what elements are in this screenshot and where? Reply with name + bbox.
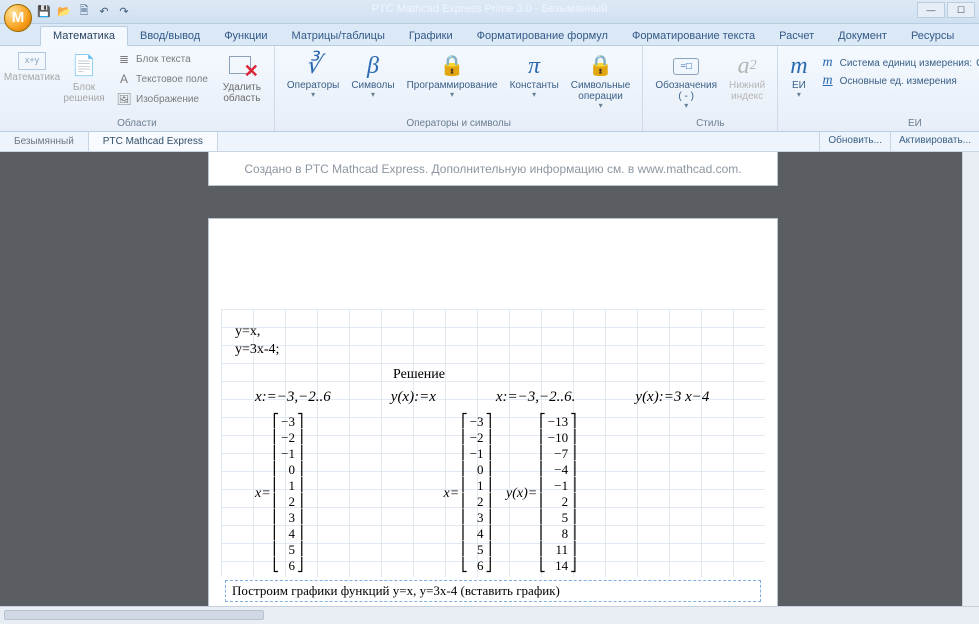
operators-dropdown[interactable]: ∛Операторы▾ <box>281 50 345 102</box>
notation-dropdown[interactable]: =□ Обозначения ( - )▾ <box>649 50 723 113</box>
ribbon-group-operators-label: Операторы и символы <box>281 116 636 131</box>
delete-region-label-1: Удалить <box>223 82 261 93</box>
delete-region-button[interactable]: ✕ Удалить область <box>216 50 268 106</box>
equation-2[interactable]: y=3x-4; <box>235 341 761 359</box>
solve-block-label-1: Блок <box>73 82 95 93</box>
base-units-icon: m <box>820 73 836 89</box>
unit-system-icon: m <box>820 55 836 71</box>
ribbon-group-operators: ∛Операторы▾ βСимволы▾ 🔒Программирование▾… <box>275 46 643 131</box>
document-page[interactable]: y=x, y=3x-4; Решение x:=−3,−2..6 y(x):=x… <box>208 218 778 606</box>
image-button[interactable]: 🖼Изображение <box>114 90 210 108</box>
tab-math[interactable]: Математика <box>40 26 128 46</box>
document-tab-strip: Безымянный PTC Mathcad Express Обновить.… <box>0 132 979 152</box>
qat-new-icon[interactable]: 🗎 <box>76 4 92 20</box>
base-units-button[interactable]: m Основные ед. измерения <box>820 72 979 90</box>
tab-resources[interactable]: Ресурсы <box>899 27 966 45</box>
window-minimize-button[interactable]: — <box>917 2 945 18</box>
footer-text-region[interactable]: Построим графики функций y=x, y=3x-4 (вс… <box>225 580 761 602</box>
def-y1[interactable]: y(x):=x <box>391 389 436 406</box>
ribbon-tabs: Математика Ввод/вывод Функции Матрицы/та… <box>0 24 979 46</box>
vector-x1[interactable]: x= ⎡⎢⎢⎢⎢⎢⎢⎢⎢⎣ −3−2−10123456 ⎤⎥⎥⎥⎥⎥⎥⎥⎥⎦ <box>255 414 304 574</box>
symbols-dropdown[interactable]: βСимволы▾ <box>345 50 400 102</box>
text-field-button[interactable]: AТекстовое поле <box>114 70 210 88</box>
app-menu-button[interactable]: M <box>4 4 32 32</box>
ribbon-group-style: =□ Обозначения ( - )▾ a2 Нижний индекс С… <box>643 46 778 131</box>
def-x1[interactable]: x:=−3,−2..6 <box>255 389 331 406</box>
qat-undo-icon[interactable]: ↶ <box>96 4 112 20</box>
horizontal-scrollbar[interactable] <box>0 606 979 624</box>
window-title: PTC Mathcad Express Prime 3.0 - Безымянн… <box>0 3 979 15</box>
tab-format-formulas[interactable]: Форматирование формул <box>465 27 620 45</box>
tab-io[interactable]: Ввод/вывод <box>128 27 212 45</box>
doc-tab-unnamed[interactable]: Безымянный <box>0 132 89 151</box>
ribbon-group-regions: x+y Математика 📄 Блок решения ≣Блок текс… <box>0 46 275 131</box>
ribbon: x+y Математика 📄 Блок решения ≣Блок текс… <box>0 46 979 132</box>
units-dropdown[interactable]: mЕИ▾ <box>784 50 813 102</box>
unit-system-row[interactable]: m Система единиц измерения: Система СИ ▾ <box>820 54 979 72</box>
subscript-button[interactable]: a2 Нижний индекс <box>723 50 771 104</box>
vector-x2[interactable]: x= ⎡⎢⎢⎢⎢⎢⎢⎢⎢⎣ −3−2−10123456 ⎤⎥⎥⎥⎥⎥⎥⎥⎥⎦ <box>444 414 493 574</box>
doc-tab-express[interactable]: PTC Mathcad Express <box>89 132 218 151</box>
qat-redo-icon[interactable]: ↷ <box>116 4 132 20</box>
qat-open-icon[interactable]: 📂 <box>56 4 72 20</box>
symbolic-ops-dropdown[interactable]: 🔒Символьныеоперации▾ <box>565 50 637 113</box>
activate-button[interactable]: Активировать... <box>890 132 979 151</box>
tab-functions[interactable]: Функции <box>212 27 279 45</box>
qat-save-icon[interactable]: 💾 <box>36 4 52 20</box>
solve-block-button[interactable]: 📄 Блок решения <box>58 50 110 106</box>
tab-calc[interactable]: Расчет <box>767 27 826 45</box>
refresh-button[interactable]: Обновить... <box>819 132 890 151</box>
text-field-icon: A <box>116 71 132 87</box>
title-bar: M 💾 📂 🗎 ↶ ↷ PTC Mathcad Express Prime 3.… <box>0 0 979 24</box>
text-block-icon: ≣ <box>116 51 132 67</box>
vector-yx[interactable]: y(x)= ⎡⎢⎢⎢⎢⎢⎢⎢⎢⎣ −13−10−7−4−12581114 ⎤⎥⎥… <box>506 414 577 574</box>
constants-dropdown[interactable]: πКонстанты▾ <box>504 50 565 102</box>
workspace: Создано в PTC Mathcad Express. Дополните… <box>0 152 979 606</box>
def-x2[interactable]: x:=−3,−2..6. <box>496 389 576 406</box>
window-maximize-button[interactable]: ☐ <box>947 2 975 18</box>
page-banner: Создано в PTC Mathcad Express. Дополните… <box>208 152 778 186</box>
equation-1[interactable]: y=x, <box>235 323 761 341</box>
tab-plots[interactable]: Графики <box>397 27 465 45</box>
delete-region-label-2: область <box>223 93 260 104</box>
image-icon: 🖼 <box>116 91 132 107</box>
math-region-icon: x+y <box>18 52 46 70</box>
ribbon-group-regions-label: Области <box>6 116 268 131</box>
solve-block-icon: 📄 <box>69 52 99 80</box>
solution-heading[interactable]: Решение <box>393 367 761 383</box>
solve-block-label-2: решения <box>63 93 104 104</box>
text-block-button[interactable]: ≣Блок текста <box>114 50 210 68</box>
ribbon-group-units: mЕИ▾ m Система единиц измерения: Система… <box>778 46 979 131</box>
ribbon-group-style-label: Стиль <box>649 116 771 131</box>
math-region-label: Математика <box>4 72 60 83</box>
def-y2[interactable]: y(x):=3 x−4 <box>635 389 709 406</box>
math-region-button[interactable]: x+y Математика <box>6 50 58 85</box>
tab-matrices[interactable]: Матрицы/таблицы <box>280 27 397 45</box>
scroll-thumb[interactable] <box>4 610 264 620</box>
programming-dropdown[interactable]: 🔒Программирование▾ <box>401 50 504 102</box>
ribbon-group-units-label: ЕИ <box>784 116 979 131</box>
tab-format-text[interactable]: Форматирование текста <box>620 27 767 45</box>
vertical-scrollbar[interactable] <box>962 152 979 606</box>
tab-document[interactable]: Документ <box>826 27 899 45</box>
delete-region-icon: ✕ <box>227 52 257 80</box>
